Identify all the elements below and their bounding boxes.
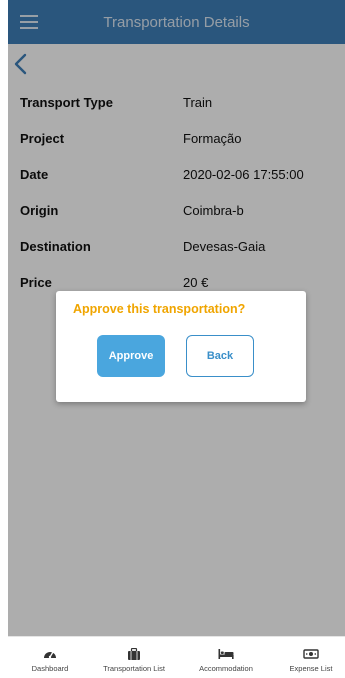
banknote-icon bbox=[303, 649, 319, 659]
nav-item-transportation-list[interactable]: Transportation List bbox=[96, 637, 172, 678]
bed-icon bbox=[218, 649, 234, 659]
approve-dialog: Approve this transportation? Approve Bac… bbox=[56, 291, 306, 402]
bottom-nav: Dashboard Transportation List Accommodat… bbox=[8, 636, 345, 678]
dashboard-gauge-icon bbox=[44, 651, 56, 659]
nav-label: Accommodation bbox=[199, 664, 253, 673]
approve-button[interactable]: Approve bbox=[97, 335, 165, 377]
nav-item-expense-list[interactable]: Expense List bbox=[278, 637, 344, 678]
nav-item-dashboard[interactable]: Dashboard bbox=[14, 637, 86, 678]
back-button[interactable]: Back bbox=[186, 335, 254, 377]
app-screen: Transportation Details Transport Type Tr… bbox=[8, 0, 345, 678]
nav-label: Transportation List bbox=[103, 664, 165, 673]
nav-label: Expense List bbox=[289, 664, 333, 673]
dialog-title: Approve this transportation? bbox=[73, 302, 246, 316]
nav-item-accommodation[interactable]: Accommodation bbox=[188, 637, 264, 678]
suitcase-icon bbox=[128, 648, 140, 660]
nav-label: Dashboard bbox=[31, 664, 69, 673]
